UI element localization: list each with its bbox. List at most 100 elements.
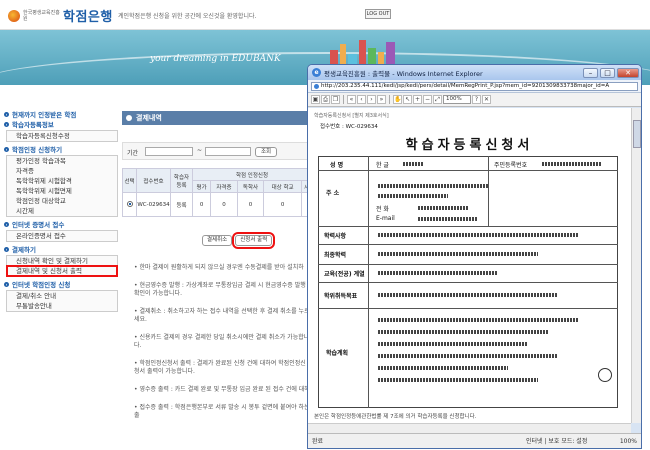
ie-icon: e xyxy=(312,68,321,77)
security-zone: 인터넷 | 보호 모드: 설정 xyxy=(526,438,588,445)
sub-header-school: 대상 학교 xyxy=(263,180,302,193)
search-button[interactable]: 조회 xyxy=(255,147,277,157)
help-icon[interactable]: ? xyxy=(472,95,481,104)
table-row[interactable]: WC-029634 등록 0 0 0 0 xyxy=(122,192,313,217)
logo-icon xyxy=(8,9,20,22)
sidebar-box-internet-apply: 결제/취소 안내 무통발송안내 xyxy=(6,290,118,312)
cancel-payment-button[interactable]: 결제취소 xyxy=(202,235,233,246)
row-radio[interactable] xyxy=(122,192,137,217)
vertical-scrollbar[interactable] xyxy=(631,108,641,423)
sidebar-group-internet-apply[interactable]: › 인터넷 학점인정 신청 xyxy=(0,279,122,289)
zoom-select[interactable]: 100% xyxy=(443,95,471,104)
label-major-field: 교육(전공) 계열 xyxy=(324,271,365,278)
label-study-plan: 학습계획 xyxy=(326,350,349,357)
note-item: • 영수증 출력 : 카드 결제 완료 및 무통장 입금 완료 된 접수 건에 … xyxy=(134,386,310,393)
sidebar-group-credits[interactable]: › 현재까지 인정받은 학점 xyxy=(0,109,122,119)
site-logo[interactable]: 한국평생교육진흥원 학점은행 xyxy=(8,6,113,25)
sidebar-group-payment[interactable]: › 결제하기 xyxy=(0,244,122,254)
plan-line xyxy=(378,378,538,382)
education-value xyxy=(378,233,578,237)
bullet-icon: › xyxy=(4,221,9,227)
col-header-select: 선택 xyxy=(122,168,137,193)
sidebar-group-credit-apply[interactable]: › 학점인정 신청하기 xyxy=(0,144,122,154)
save-icon[interactable]: ▣ xyxy=(311,95,320,104)
sidebar-item-eval-course[interactable]: 평가인정 학습과목 xyxy=(7,156,117,166)
label-email: E-mail xyxy=(376,215,395,222)
note-item: • 접수증 출력 : 학점은행본부로 서류 발송 시 봉투 겉면에 붙여야 하는… xyxy=(134,404,310,419)
cell-cert: 0 xyxy=(210,192,238,217)
print-application-button[interactable]: 신청서 출력 xyxy=(232,232,276,249)
doc-footer-text: 본인은 학점인정등에관한법률 제 7조에 의거 학습자등록을 신청합니다. xyxy=(314,414,477,420)
prev-page-icon[interactable]: ‹ xyxy=(357,95,366,104)
last-page-icon[interactable]: » xyxy=(377,95,386,104)
sidebar-item-online-cert[interactable]: 온라인증명서 접수 xyxy=(7,231,117,241)
address-value xyxy=(378,184,488,188)
period-end-input[interactable] xyxy=(205,147,251,156)
close-button[interactable]: ✕ xyxy=(617,67,639,78)
hand-tool-icon[interactable]: ✋ xyxy=(393,95,402,104)
sidebar-group-registration[interactable]: › 학습자등록정보 xyxy=(0,119,122,129)
sidebar-box-credit-apply: 평가인정 학습과목 자격증 독학학위제 시험합격 독학학위제 시험면제 학점인정… xyxy=(6,155,118,217)
period-start-input[interactable] xyxy=(145,147,193,156)
highest-value xyxy=(378,252,538,256)
bullet-icon: › xyxy=(4,111,9,117)
minimize-button[interactable]: – xyxy=(583,67,598,78)
sidebar-item-self-study-pass[interactable]: 독학학위제 시험합격 xyxy=(7,176,117,186)
col-header-credit-apply: 학점 인정신청 xyxy=(192,168,312,181)
sidebar-box-registration: 학습자등록신청수정 xyxy=(6,130,118,142)
toolbar-separator xyxy=(389,95,390,104)
plan-line xyxy=(378,366,508,370)
form-line xyxy=(318,244,618,245)
scroll-thumb[interactable] xyxy=(633,120,641,148)
address-value-2 xyxy=(378,194,448,198)
close-doc-icon[interactable]: ✕ xyxy=(482,95,491,104)
action-buttons: 결제취소 신청서 출력 xyxy=(202,232,276,249)
next-page-icon[interactable]: › xyxy=(367,95,376,104)
bullet-icon: › xyxy=(4,121,9,127)
copy-icon[interactable]: ❐ xyxy=(331,95,340,104)
sidebar-item-payment-guide[interactable]: 결제/취소 안내 xyxy=(7,291,117,301)
zoom-in-icon[interactable]: + xyxy=(413,95,422,104)
sidebar-item-mail-guide[interactable]: 무통발송안내 xyxy=(7,301,117,311)
plan-line xyxy=(378,354,558,358)
zoom-out-icon[interactable]: − xyxy=(423,95,432,104)
col-header-registration: 학습자 등록 xyxy=(170,168,193,193)
note-item: • 결제취소 : 취소하고자 하는 접수 내역을 선택한 후 결제 취소를 누르… xyxy=(134,308,310,323)
label-address: 주 소 xyxy=(326,190,340,197)
form-line xyxy=(318,308,618,309)
status-zoom[interactable]: 100% xyxy=(620,434,637,448)
cell-registration: 등록 xyxy=(170,192,193,217)
plan-line xyxy=(378,342,528,346)
cell-self-study: 0 xyxy=(236,192,265,217)
fit-page-icon[interactable]: ⤢ xyxy=(433,95,442,104)
print-popup-window: e 평생교육진흥원 : 출력물 - Windows Internet Explo… xyxy=(307,64,642,449)
url-field[interactable]: http://203.235.44.111/kedi/jsp/kedi/pers… xyxy=(311,81,638,91)
label-reg-no: 주민등록번호 xyxy=(494,162,528,169)
logout-button[interactable]: LOG OUT xyxy=(365,9,391,19)
sidebar-item-self-study-exempt[interactable]: 독학학위제 시험면제 xyxy=(7,186,117,196)
sub-header-eval: 평가 xyxy=(191,180,212,193)
first-page-icon[interactable]: « xyxy=(347,95,356,104)
horizontal-scrollbar[interactable] xyxy=(308,423,631,433)
print-icon[interactable]: ⎙ xyxy=(321,95,330,104)
sidebar-item-payment-check[interactable]: 신청내역 확인 및 결제하기 xyxy=(7,256,117,266)
sidebar-item-target-school[interactable]: 학점인정 대상학교 xyxy=(7,196,117,206)
banner-slogan: your dreaming in EDUBANK xyxy=(150,54,281,64)
status-text: 완료 xyxy=(312,438,324,445)
form-line xyxy=(318,226,618,227)
sidebar-item-part-time[interactable]: 시간제 xyxy=(7,206,117,216)
sidebar-item-registration-edit[interactable]: 학습자등록신청수정 xyxy=(7,131,117,141)
sidebar-group-online-cert[interactable]: › 인터넷 증명서 접수 xyxy=(0,219,122,229)
maximize-button[interactable]: □ xyxy=(600,67,615,78)
popup-titlebar[interactable]: e 평생교육진흥원 : 출력물 - Windows Internet Explo… xyxy=(308,65,641,80)
doc-title: 학습자등록신청서 xyxy=(405,138,534,153)
popup-title: 평생교육진흥원 : 출력물 - Windows Internet Explore… xyxy=(324,69,483,78)
period-separator: ~ xyxy=(197,147,203,154)
top-bar: 한국평생교육진흥원 학점은행 계인학점은행 신청을 위한 공간에 오신것을 환영… xyxy=(0,0,650,30)
sidebar-item-certificate[interactable]: 자격증 xyxy=(7,166,117,176)
sidebar-box-online-cert: 온라인증명서 접수 xyxy=(6,230,118,242)
sidebar-item-payment-history[interactable]: 결제내역 및 신청서 출력 xyxy=(6,265,118,277)
note-item: • 한마 결제이 원활하게 되지 않으실 경우엔 수동결제를 받아 설치하 xyxy=(134,264,304,271)
plan-line xyxy=(378,330,548,334)
select-tool-icon[interactable]: ↖ xyxy=(403,95,412,104)
